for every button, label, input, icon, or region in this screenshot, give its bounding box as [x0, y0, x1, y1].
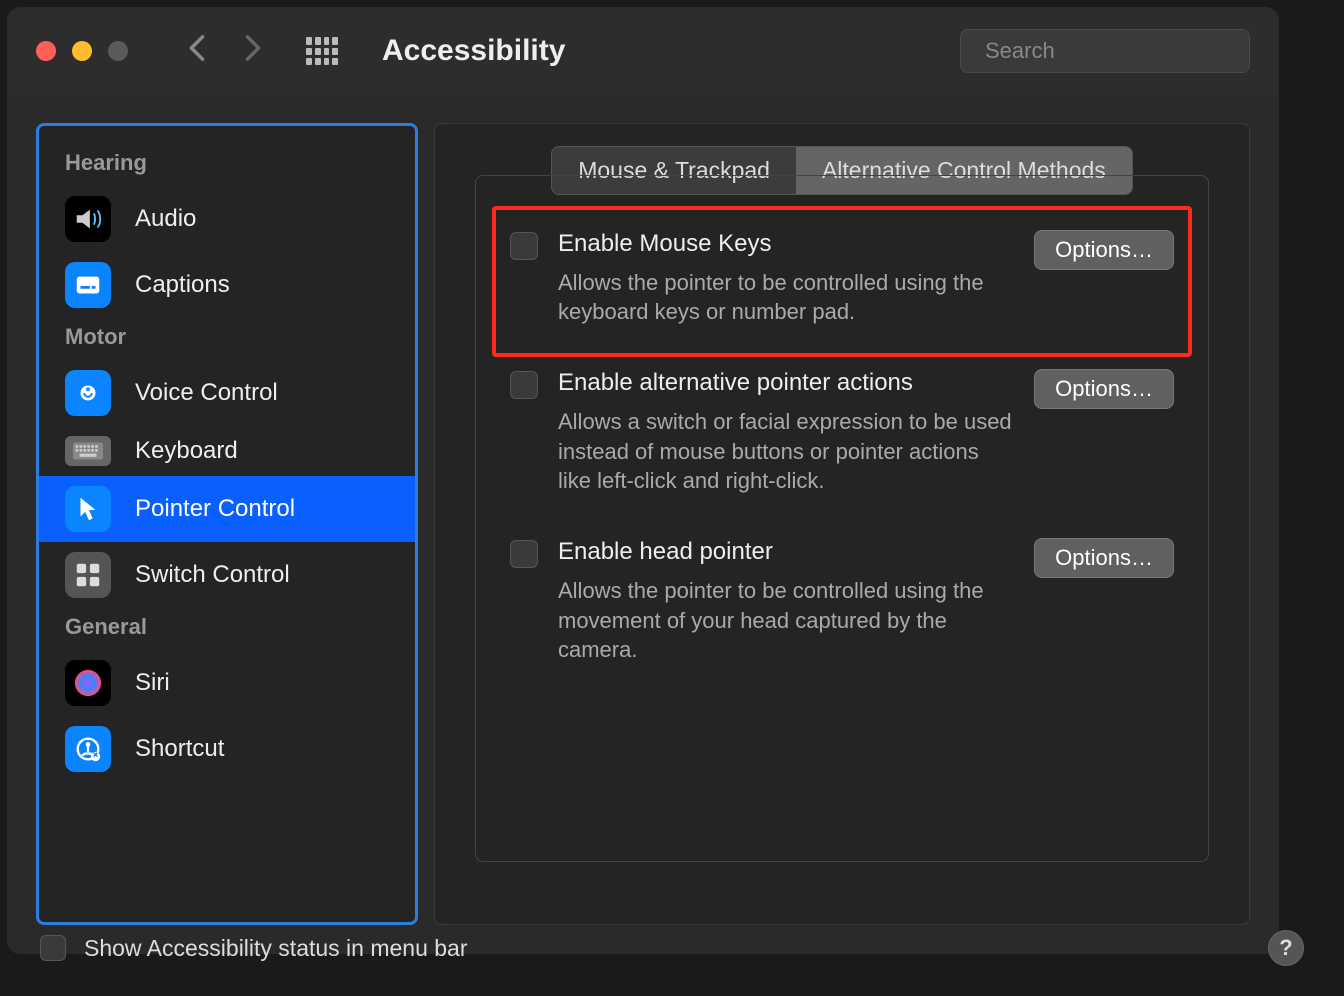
keyboard-icon: [65, 436, 111, 466]
setting-row: Enable alternative pointer actions Allows…: [510, 363, 1174, 532]
show-status-checkbox[interactable]: [40, 935, 66, 953]
captions-icon: [65, 262, 111, 308]
sidebar-item-label: Captions: [135, 271, 230, 299]
sidebar-item-pointer-control[interactable]: Pointer Control: [39, 476, 415, 542]
sidebar-item-label: Keyboard: [135, 437, 238, 465]
titlebar: Accessibility: [8, 8, 1278, 95]
traffic-lights: [36, 41, 128, 61]
sidebar-item-label: Audio: [135, 205, 196, 233]
setting-row: Enable head pointer Allows the pointer to…: [510, 532, 1174, 701]
settings-group: Enable Mouse Keys Allows the pointer to b…: [475, 175, 1209, 863]
sidebar-item-switch-control[interactable]: Switch Control: [39, 542, 415, 608]
back-button[interactable]: [188, 34, 206, 69]
setting-checkbox[interactable]: [510, 540, 538, 568]
voice-icon: [65, 370, 111, 416]
setting-label: Enable Mouse Keys: [558, 230, 1014, 258]
forward-button[interactable]: [244, 34, 262, 69]
show-status-label: Show Accessibility status in menu bar: [84, 935, 468, 954]
search-input[interactable]: [985, 38, 1273, 64]
setting-description: Allows the pointer to be controlled usin…: [558, 268, 1014, 327]
sidebar-item-label: Shortcut: [135, 735, 224, 763]
sidebar-item-label: Voice Control: [135, 379, 278, 407]
sidebar-section-label: Hearing: [39, 144, 415, 186]
help-button[interactable]: ?: [1268, 930, 1278, 953]
speaker-icon: [65, 196, 111, 242]
sidebar-section-label: Motor: [39, 318, 415, 360]
sidebar: Hearing Audio Captions Motor Voice Control Ke…: [36, 123, 418, 926]
sidebar-item-keyboard[interactable]: Keyboard: [39, 426, 415, 476]
setting-checkbox[interactable]: [510, 232, 538, 260]
sidebar-item-label: Siri: [135, 669, 170, 697]
sidebar-section-label: General: [39, 608, 415, 650]
siri-icon: [65, 660, 111, 706]
show-all-icon[interactable]: [306, 37, 338, 65]
options-button[interactable]: Options…: [1034, 369, 1174, 409]
setting-checkbox[interactable]: [510, 371, 538, 399]
sidebar-item-label: Switch Control: [135, 561, 290, 589]
setting-row: Enable Mouse Keys Allows the pointer to b…: [510, 224, 1174, 363]
preferences-window: Accessibility Hearing Audio Captions Motor V…: [8, 8, 1278, 953]
main-panel: Mouse & TrackpadAlternative Control Meth…: [434, 123, 1250, 926]
search-field[interactable]: [960, 29, 1250, 73]
setting-description: Allows the pointer to be controlled usin…: [558, 576, 1014, 665]
footer: Show Accessibility status in menu bar ?: [40, 930, 1278, 953]
sidebar-item-captions[interactable]: Captions: [39, 252, 415, 318]
body-area: Hearing Audio Captions Motor Voice Control Ke…: [8, 95, 1278, 954]
sidebar-item-label: Pointer Control: [135, 495, 295, 523]
maximize-button[interactable]: [108, 41, 128, 61]
options-button[interactable]: Options…: [1034, 230, 1174, 270]
sidebar-item-audio[interactable]: Audio: [39, 186, 415, 252]
pointer-icon: [65, 486, 111, 532]
setting-label: Enable head pointer: [558, 538, 1014, 566]
switch-icon: [65, 552, 111, 598]
page-title: Accessibility: [382, 34, 565, 68]
setting-description: Allows a switch or facial expression to …: [558, 407, 1014, 496]
close-button[interactable]: [36, 41, 56, 61]
minimize-button[interactable]: [72, 41, 92, 61]
options-button[interactable]: Options…: [1034, 538, 1174, 578]
sidebar-item-shortcut[interactable]: Shortcut: [39, 716, 415, 782]
setting-label: Enable alternative pointer actions: [558, 369, 1014, 397]
shortcut-icon: [65, 726, 111, 772]
nav-arrows: [188, 34, 262, 69]
sidebar-item-voice-control[interactable]: Voice Control: [39, 360, 415, 426]
sidebar-item-siri[interactable]: Siri: [39, 650, 415, 716]
